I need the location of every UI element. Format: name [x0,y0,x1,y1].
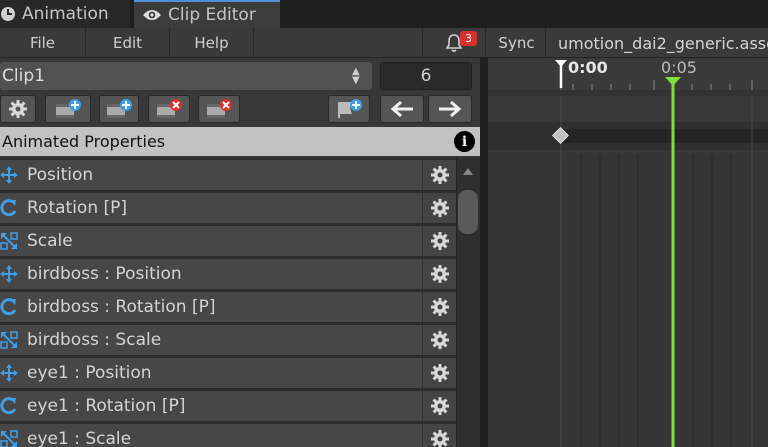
asset-name[interactable]: umotion_dai2_generic.asset [548,28,768,58]
property-label: Position [27,165,94,185]
position-icon [0,166,18,184]
rotation-icon [0,397,18,415]
property-label: Scale [27,231,73,251]
property-settings-button[interactable] [422,358,456,388]
add-property-icon [107,99,132,118]
clip-dropdown[interactable]: Clip1 [0,62,372,90]
remove-key-icon [207,99,232,118]
ruler-label-5: 0:05 [661,58,697,77]
property-row[interactable]: birdboss : Position [0,259,456,290]
position-icon [0,364,18,382]
gear-icon [431,265,449,283]
next-key-button[interactable] [428,95,472,123]
property-row[interactable]: Position [0,160,456,191]
gear-icon [431,397,449,415]
add-event-icon [338,99,362,118]
property-label: Rotation [P] [27,198,128,218]
property-settings-button[interactable] [422,193,456,223]
animated-properties-header: Animated Properties [0,127,480,156]
property-row[interactable]: eye1 : Rotation [P] [0,391,456,422]
arrow-right-icon [439,100,462,118]
arrow-left-icon [390,100,413,118]
remove-all-keys-button[interactable] [198,95,240,123]
eye-icon [143,10,161,20]
sync-button[interactable]: Sync [488,28,546,58]
settings-button[interactable] [0,95,36,123]
add-property-button[interactable] [45,95,91,123]
gear-icon [431,232,449,250]
gear-icon [431,166,449,184]
add-property-icon [56,99,81,118]
property-row[interactable]: eye1 : Scale [0,424,456,447]
notification-count-badge: 3 [460,31,477,46]
panel-divider[interactable] [480,58,488,447]
timeline-overlay [552,60,753,447]
property-settings-button[interactable] [422,292,456,322]
clock-icon [1,7,15,21]
property-label: birdboss : Position [27,264,182,284]
gear-icon [431,430,449,447]
gear-icon [431,298,449,316]
info-icon[interactable]: i [454,131,475,152]
tab-animation-label: Animation [22,4,109,24]
remove-key-icon [157,99,182,118]
position-icon [0,265,18,283]
rotation-icon [0,199,18,217]
gear-icon [9,100,27,118]
property-label: eye1 : Position [27,363,152,383]
scale-icon [0,430,18,447]
property-settings-button[interactable] [422,160,456,190]
property-row[interactable]: birdboss : Scale [0,325,456,356]
rotation-icon [0,298,18,316]
property-row[interactable]: Rotation [P] [0,193,456,224]
property-row[interactable]: Scale [0,226,456,257]
frame-field[interactable]: 6 [380,62,472,90]
ruler-label-start: 0:00 [568,58,608,77]
scale-icon [0,232,18,250]
property-settings-button[interactable] [422,259,456,289]
property-row[interactable]: birdboss : Rotation [P] [0,292,456,323]
property-label: birdboss : Rotation [P] [27,297,216,317]
previous-key-button[interactable] [380,95,424,123]
scroll-up-icon[interactable] [462,165,474,177]
dropdown-arrows-icon: ▲ ▼ [352,66,360,86]
gear-icon [431,331,449,349]
scroll-thumb[interactable] [458,190,478,234]
remove-key-button[interactable] [148,95,190,123]
add-event-button[interactable] [328,95,370,123]
gear-icon [431,199,449,217]
property-label: birdboss : Scale [27,330,162,350]
property-settings-button[interactable] [422,325,456,355]
scale-icon [0,331,18,349]
property-settings-button[interactable] [422,391,456,421]
add-property-all-button[interactable] [99,95,139,123]
property-settings-button[interactable] [422,226,456,256]
tab-clip-editor-label: Clip Editor [168,5,256,25]
property-list: Position Rotation [P] Scale birdboss : Posi… [0,158,456,447]
menu-edit[interactable]: Edit [86,28,170,58]
gear-icon [431,364,449,382]
keyframe-diamond[interactable] [552,127,569,144]
tab-clip-editor[interactable]: Clip Editor [134,0,280,28]
menu-help[interactable]: Help [170,28,254,58]
property-label: eye1 : Scale [27,429,132,447]
property-label: eye1 : Rotation [P] [27,396,186,416]
menu-file[interactable]: File [0,28,86,58]
property-row[interactable]: eye1 : Position [0,358,456,389]
property-settings-button[interactable] [422,424,456,447]
tab-animation[interactable]: Animation [0,0,130,28]
